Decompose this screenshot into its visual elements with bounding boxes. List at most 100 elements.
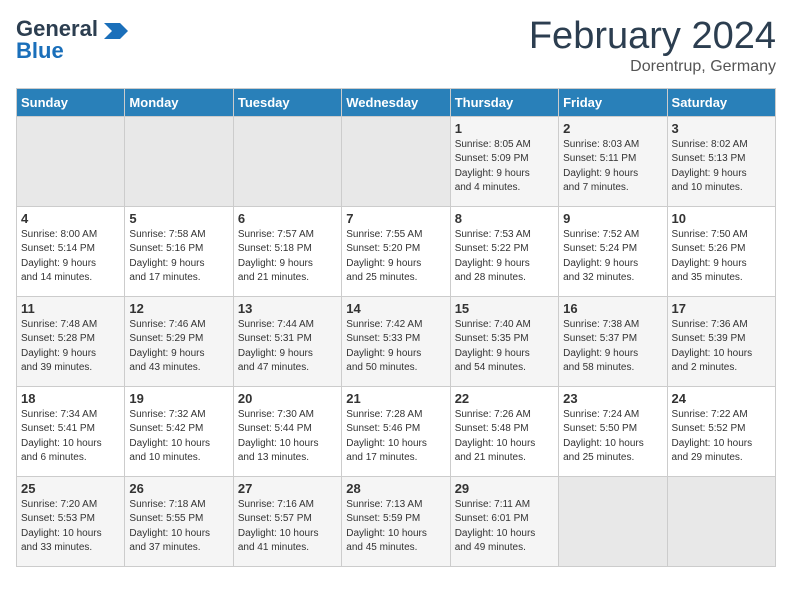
cell-content: Sunrise: 8:02 AM Sunset: 5:13 PM Dayligh…: [672, 138, 771, 196]
subtitle: Dorentrup, Germany: [529, 58, 776, 76]
calendar-cell: [17, 116, 125, 206]
column-header-friday: Friday: [559, 88, 667, 116]
cell-content: Sunrise: 7:36 AM Sunset: 5:39 PM Dayligh…: [672, 318, 771, 376]
calendar-cell: 5 Sunrise: 7:58 AM Sunset: 5:16 PM Daylig…: [125, 206, 233, 296]
calendar-cell: 3Sunrise: 8:02 AM Sunset: 5:13 PM Daylig…: [667, 116, 775, 206]
calendar-cell: 17 Sunrise: 7:36 AM Sunset: 5:39 PM Dayli…: [667, 296, 775, 386]
calendar-cell: 21 Sunrise: 7:28 AM Sunset: 5:46 PM Dayli…: [342, 386, 450, 476]
day-number: 10: [672, 211, 771, 226]
calendar-cell: 6 Sunrise: 7:57 AM Sunset: 5:18 PM Daylig…: [233, 206, 341, 296]
cell-content: Sunrise: 7:53 AM Sunset: 5:22 PM Dayligh…: [455, 228, 554, 286]
day-number: 2: [563, 121, 662, 136]
calendar-cell: [125, 116, 233, 206]
calendar-cell: 27 Sunrise: 7:16 AM Sunset: 5:57 PM Dayli…: [233, 476, 341, 566]
calendar-cell: 26Sunrise: 7:18 AM Sunset: 5:55 PM Dayli…: [125, 476, 233, 566]
day-number: 7: [346, 211, 445, 226]
calendar-cell: 11 Sunrise: 7:48 AM Sunset: 5:28 PM Dayli…: [17, 296, 125, 386]
cell-content: Sunrise: 7:57 AM Sunset: 5:18 PM Dayligh…: [238, 228, 337, 286]
calendar-cell: 14 Sunrise: 7:42 AM Sunset: 5:33 PM Dayli…: [342, 296, 450, 386]
calendar-cell: [559, 476, 667, 566]
logo-blue: Blue: [16, 38, 64, 64]
week-row-5: 25 Sunrise: 7:20 AM Sunset: 5:53 PM Dayli…: [17, 476, 776, 566]
column-header-tuesday: Tuesday: [233, 88, 341, 116]
column-header-wednesday: Wednesday: [342, 88, 450, 116]
day-number: 19: [129, 391, 228, 406]
calendar-header-row: SundayMondayTuesdayWednesdayThursdayFrid…: [17, 88, 776, 116]
cell-content: Sunrise: 7:50 AM Sunset: 5:26 PM Dayligh…: [672, 228, 771, 286]
calendar-cell: 4 Sunrise: 8:00 AM Sunset: 5:14 PM Daylig…: [17, 206, 125, 296]
cell-content: Sunrise: 8:05 AM Sunset: 5:09 PM Dayligh…: [455, 138, 554, 196]
cell-content: Sunrise: 7:42 AM Sunset: 5:33 PM Dayligh…: [346, 318, 445, 376]
cell-content: Sunrise: 7:32 AM Sunset: 5:42 PM Dayligh…: [129, 408, 228, 466]
day-number: 4: [21, 211, 120, 226]
calendar-cell: 10 Sunrise: 7:50 AM Sunset: 5:26 PM Dayli…: [667, 206, 775, 296]
day-number: 15: [455, 301, 554, 316]
page-header: General Blue February 2024 Dorentrup, Ge…: [16, 16, 776, 76]
day-number: 20: [238, 391, 337, 406]
cell-content: Sunrise: 7:18 AM Sunset: 5:55 PM Dayligh…: [129, 498, 228, 556]
column-header-monday: Monday: [125, 88, 233, 116]
day-number: 23: [563, 391, 662, 406]
cell-content: Sunrise: 7:58 AM Sunset: 5:16 PM Dayligh…: [129, 228, 228, 286]
title-block: February 2024 Dorentrup, Germany: [529, 16, 776, 76]
cell-content: Sunrise: 7:28 AM Sunset: 5:46 PM Dayligh…: [346, 408, 445, 466]
cell-content: Sunrise: 7:46 AM Sunset: 5:29 PM Dayligh…: [129, 318, 228, 376]
calendar-cell: 18 Sunrise: 7:34 AM Sunset: 5:41 PM Dayli…: [17, 386, 125, 476]
cell-content: Sunrise: 7:30 AM Sunset: 5:44 PM Dayligh…: [238, 408, 337, 466]
calendar-cell: [342, 116, 450, 206]
cell-content: Sunrise: 7:20 AM Sunset: 5:53 PM Dayligh…: [21, 498, 120, 556]
calendar-cell: 19 Sunrise: 7:32 AM Sunset: 5:42 PM Dayli…: [125, 386, 233, 476]
cell-content: Sunrise: 7:55 AM Sunset: 5:20 PM Dayligh…: [346, 228, 445, 286]
calendar-cell: 20 Sunrise: 7:30 AM Sunset: 5:44 PM Dayli…: [233, 386, 341, 476]
week-row-4: 18 Sunrise: 7:34 AM Sunset: 5:41 PM Dayli…: [17, 386, 776, 476]
calendar-cell: 1 Sunrise: 8:05 AM Sunset: 5:09 PM Daylig…: [450, 116, 558, 206]
calendar-cell: 2 Sunrise: 8:03 AM Sunset: 5:11 PM Daylig…: [559, 116, 667, 206]
day-number: 21: [346, 391, 445, 406]
day-number: 29: [455, 481, 554, 496]
week-row-2: 4 Sunrise: 8:00 AM Sunset: 5:14 PM Daylig…: [17, 206, 776, 296]
calendar-cell: [667, 476, 775, 566]
day-number: 17: [672, 301, 771, 316]
cell-content: Sunrise: 7:26 AM Sunset: 5:48 PM Dayligh…: [455, 408, 554, 466]
day-number: 25: [21, 481, 120, 496]
calendar-cell: 13Sunrise: 7:44 AM Sunset: 5:31 PM Dayli…: [233, 296, 341, 386]
calendar-cell: 12 Sunrise: 7:46 AM Sunset: 5:29 PM Dayli…: [125, 296, 233, 386]
day-number: 6: [238, 211, 337, 226]
calendar-cell: 15Sunrise: 7:40 AM Sunset: 5:35 PM Dayli…: [450, 296, 558, 386]
cell-content: Sunrise: 7:16 AM Sunset: 5:57 PM Dayligh…: [238, 498, 337, 556]
day-number: 12: [129, 301, 228, 316]
calendar-cell: 28 Sunrise: 7:13 AM Sunset: 5:59 PM Dayli…: [342, 476, 450, 566]
day-number: 28: [346, 481, 445, 496]
day-number: 11: [21, 301, 120, 316]
cell-content: Sunrise: 8:00 AM Sunset: 5:14 PM Dayligh…: [21, 228, 120, 286]
day-number: 18: [21, 391, 120, 406]
day-number: 27: [238, 481, 337, 496]
calendar-cell: [233, 116, 341, 206]
week-row-1: 1 Sunrise: 8:05 AM Sunset: 5:09 PM Daylig…: [17, 116, 776, 206]
logo: General Blue: [16, 16, 128, 64]
column-header-sunday: Sunday: [17, 88, 125, 116]
day-number: 22: [455, 391, 554, 406]
day-number: 1: [455, 121, 554, 136]
calendar-cell: 29 Sunrise: 7:11 AM Sunset: 6:01 PM Dayli…: [450, 476, 558, 566]
cell-content: Sunrise: 7:48 AM Sunset: 5:28 PM Dayligh…: [21, 318, 120, 376]
cell-content: Sunrise: 7:34 AM Sunset: 5:41 PM Dayligh…: [21, 408, 120, 466]
calendar-cell: 8Sunrise: 7:53 AM Sunset: 5:22 PM Daylig…: [450, 206, 558, 296]
cell-content: Sunrise: 7:11 AM Sunset: 6:01 PM Dayligh…: [455, 498, 554, 556]
day-number: 5: [129, 211, 228, 226]
cell-content: Sunrise: 7:52 AM Sunset: 5:24 PM Dayligh…: [563, 228, 662, 286]
cell-content: Sunrise: 7:22 AM Sunset: 5:52 PM Dayligh…: [672, 408, 771, 466]
calendar-table: SundayMondayTuesdayWednesdayThursdayFrid…: [16, 88, 776, 567]
day-number: 14: [346, 301, 445, 316]
calendar-cell: 25 Sunrise: 7:20 AM Sunset: 5:53 PM Dayli…: [17, 476, 125, 566]
calendar-cell: 16Sunrise: 7:38 AM Sunset: 5:37 PM Dayli…: [559, 296, 667, 386]
calendar-cell: 7 Sunrise: 7:55 AM Sunset: 5:20 PM Daylig…: [342, 206, 450, 296]
logo-arrow-icon: [100, 19, 128, 39]
day-number: 16: [563, 301, 662, 316]
day-number: 13: [238, 301, 337, 316]
cell-content: Sunrise: 7:13 AM Sunset: 5:59 PM Dayligh…: [346, 498, 445, 556]
calendar-cell: 24Sunrise: 7:22 AM Sunset: 5:52 PM Dayli…: [667, 386, 775, 476]
column-header-saturday: Saturday: [667, 88, 775, 116]
cell-content: Sunrise: 8:03 AM Sunset: 5:11 PM Dayligh…: [563, 138, 662, 196]
cell-content: Sunrise: 7:24 AM Sunset: 5:50 PM Dayligh…: [563, 408, 662, 466]
